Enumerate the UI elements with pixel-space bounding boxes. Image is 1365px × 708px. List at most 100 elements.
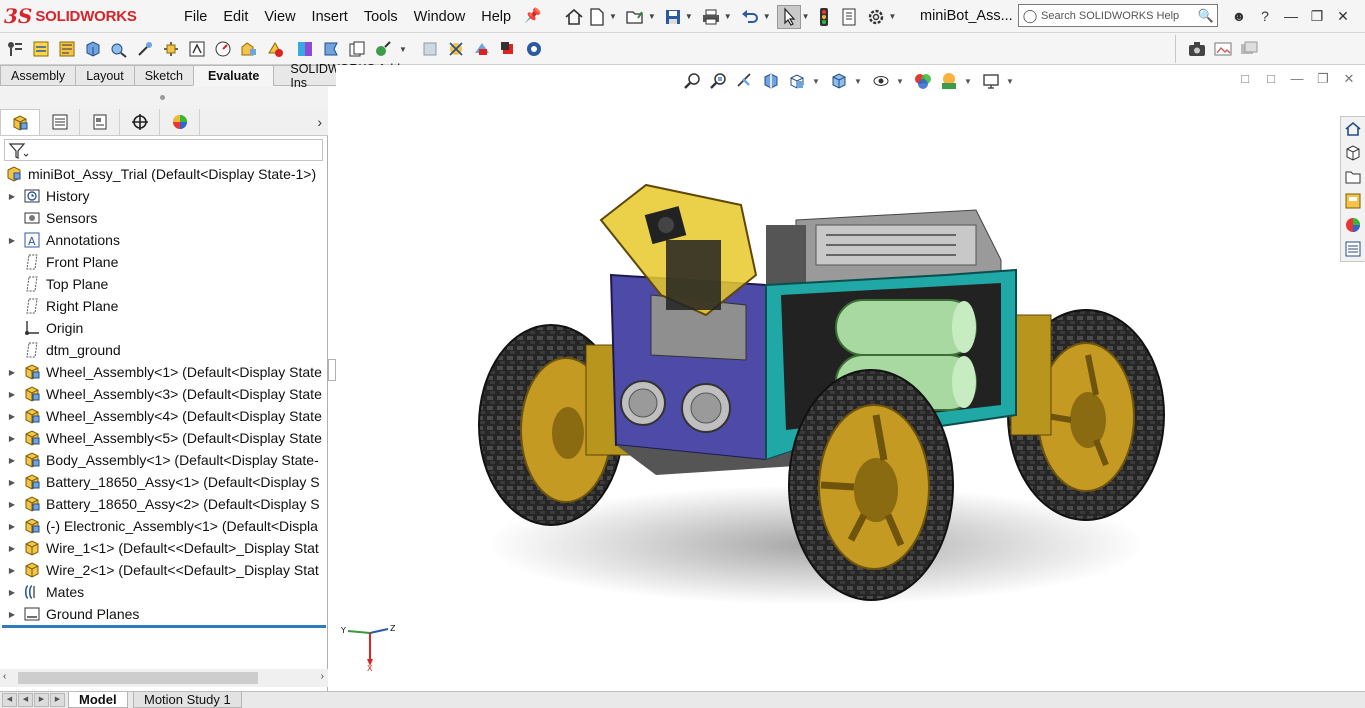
file-properties-button[interactable] [838,5,860,29]
viewport-restore-icon[interactable]: ❐ [1310,71,1336,87]
costing-button[interactable] [372,38,394,60]
tree-item-wire_1-16[interactable]: ▶ Wire_1<1> (Default<<Default>_Display St… [0,537,328,559]
panel-collapse-handle[interactable] [328,359,336,381]
task-pane-file-explorer[interactable] [1341,165,1364,189]
tab-model[interactable]: Model [68,692,128,708]
viewport-minimize-icon[interactable]: — [1284,71,1310,87]
menu-tools[interactable]: Tools [356,9,406,25]
tree-item-ground-19[interactable]: ▶ Ground Planes [0,603,328,625]
tab-displaymanager[interactable] [160,109,200,135]
tree-root-assembly[interactable]: miniBot_Assy_Trial (Default<Display Stat… [0,163,328,185]
display-style-dropdown-icon[interactable]: ▼ [854,71,862,91]
tree-item-top-4[interactable]: Top Plane [0,273,328,295]
markup-button[interactable] [56,38,78,60]
graphics-area[interactable]: ▼ ▼ ▼ ▼ ▼ □ □ — ❐ ✕ Y Z X [336,65,1365,691]
tab-layout[interactable]: Layout [75,65,135,86]
undo-button[interactable] [738,5,762,29]
expand-arrow-icon[interactable]: ▶ [6,588,18,597]
tab-sketch[interactable]: Sketch [133,65,194,86]
menu-window[interactable]: Window [406,9,474,25]
display-style-button[interactable] [828,71,850,91]
menu-view[interactable]: View [256,9,303,25]
tree-item-front-3[interactable]: Front Plane [0,251,328,273]
home-button[interactable] [562,5,586,29]
rollback-bar[interactable] [2,625,326,628]
options-dropdown-icon[interactable]: ▼ [889,12,897,21]
clearance-verification-button[interactable] [212,38,234,60]
tree-item-history-0[interactable]: ▶ History [0,185,328,207]
tree-item-battery_18650_assy-14[interactable]: ▶ Battery_18650_Assy<2> (Default<Display … [0,493,328,515]
tab-featuremanager[interactable] [0,109,40,135]
section-view-button[interactable] [760,71,782,91]
costing-dropdown-icon[interactable]: ▼ [399,45,407,54]
assembly-visualization-button[interactable] [160,38,182,60]
sim-expressexpress-button[interactable] [497,38,519,60]
pin-menu-icon[interactable]: 📌 [524,7,542,25]
interference-detection-button[interactable] [186,38,208,60]
view-orientation-dropdown-icon[interactable]: ▼ [812,71,820,91]
scrollbar-thumb[interactable] [18,672,258,684]
new-dropdown-icon[interactable]: ▼ [609,12,617,21]
robot-3d-model[interactable] [456,165,1176,635]
check-button[interactable] [294,38,316,60]
viewport-split-right-icon[interactable]: □ [1258,71,1284,87]
design-study-button[interactable] [4,38,26,60]
filter-icon[interactable] [8,142,30,160]
close-icon[interactable]: ✕ [1330,8,1356,25]
viewport-close-icon[interactable]: ✕ [1336,71,1362,87]
task-pane-design-library[interactable] [1341,141,1364,165]
open-dropdown-icon[interactable]: ▼ [648,12,656,21]
task-pane-appearances[interactable] [1341,213,1364,237]
zoom-to-area-button[interactable] [708,71,730,91]
save-dropdown-icon[interactable]: ▼ [685,12,693,21]
search-input[interactable]: Search SOLIDWORKS Help [1041,10,1195,22]
menu-file[interactable]: File [176,9,215,25]
expand-arrow-icon[interactable]: ▶ [6,610,18,619]
edit-appearance-button[interactable] [912,71,934,91]
tree-item---15[interactable]: ▶ (-) Electronic_Assembly<1> (Default<Dis… [0,515,328,537]
task-pane-custom-properties[interactable] [1341,237,1364,261]
tab-propertymanager[interactable] [40,109,80,135]
print-dropdown-icon[interactable]: ▼ [724,12,732,21]
symmetry-check-button[interactable] [346,38,368,60]
open-button[interactable] [623,5,647,29]
sensor-button[interactable] [134,38,156,60]
expand-arrow-icon[interactable]: ▶ [6,236,18,245]
task-pane-view-palette[interactable] [1341,189,1364,213]
zoom-to-fit-button[interactable] [682,71,704,91]
menu-insert[interactable]: Insert [304,9,356,25]
tab-motion-study-1[interactable]: Motion Study 1 [133,692,242,708]
compare-documents-button[interactable] [320,38,342,60]
undo-dropdown-icon[interactable]: ▼ [763,12,771,21]
tree-item-wheel_assembly-8[interactable]: ▶ Wheel_Assembly<1> (Default<Display Stat… [0,361,328,383]
expand-arrow-icon[interactable]: ▶ [6,478,18,487]
hide-show-dropdown-icon[interactable]: ▼ [896,71,904,91]
tree-item-annotations-2[interactable]: ▶ A Annotations [0,229,328,251]
expand-arrow-icon[interactable]: ▶ [6,456,18,465]
save-button[interactable] [662,5,684,29]
tree-item-wire_2-17[interactable]: ▶ Wire_2<1> (Default<<Default>_Display St… [0,559,328,581]
splitter-dot[interactable] [160,95,165,100]
image-capture-button[interactable] [1212,38,1234,60]
tree-item-wheel_assembly-9[interactable]: ▶ Wheel_Assembly<3> (Default<Display Stat… [0,383,328,405]
help-icon[interactable]: ? [1252,8,1278,24]
check-active-document-button[interactable] [445,38,467,60]
rebuild-button[interactable] [816,5,832,29]
options-button[interactable] [864,5,888,29]
scroll-left-icon[interactable]: ‹ [3,671,6,682]
restore-icon[interactable]: ❐ [1304,8,1330,25]
tree-item-body_assembly-12[interactable]: ▶ Body_Assembly<1> (Default<Display State… [0,449,328,471]
tree-item-origin-6[interactable]: Origin [0,317,328,339]
tab-dimxpertmanager[interactable] [120,109,160,135]
select-dropdown-icon[interactable]: ▼ [802,12,810,21]
search-icon[interactable]: 🔍 [1195,8,1217,24]
view-orientation-button[interactable] [786,71,808,91]
chevron-right-icon[interactable]: › [317,114,322,130]
apply-scene-dropdown-icon[interactable]: ▼ [964,71,972,91]
scroll-right-icon[interactable]: › [321,671,324,682]
prev-tab-icon[interactable]: ◀ [18,693,33,707]
menu-edit[interactable]: Edit [215,9,256,25]
viewport-split-left-icon[interactable]: □ [1232,71,1258,87]
new-document-button[interactable] [586,5,608,29]
hide-show-items-button[interactable] [870,71,892,91]
